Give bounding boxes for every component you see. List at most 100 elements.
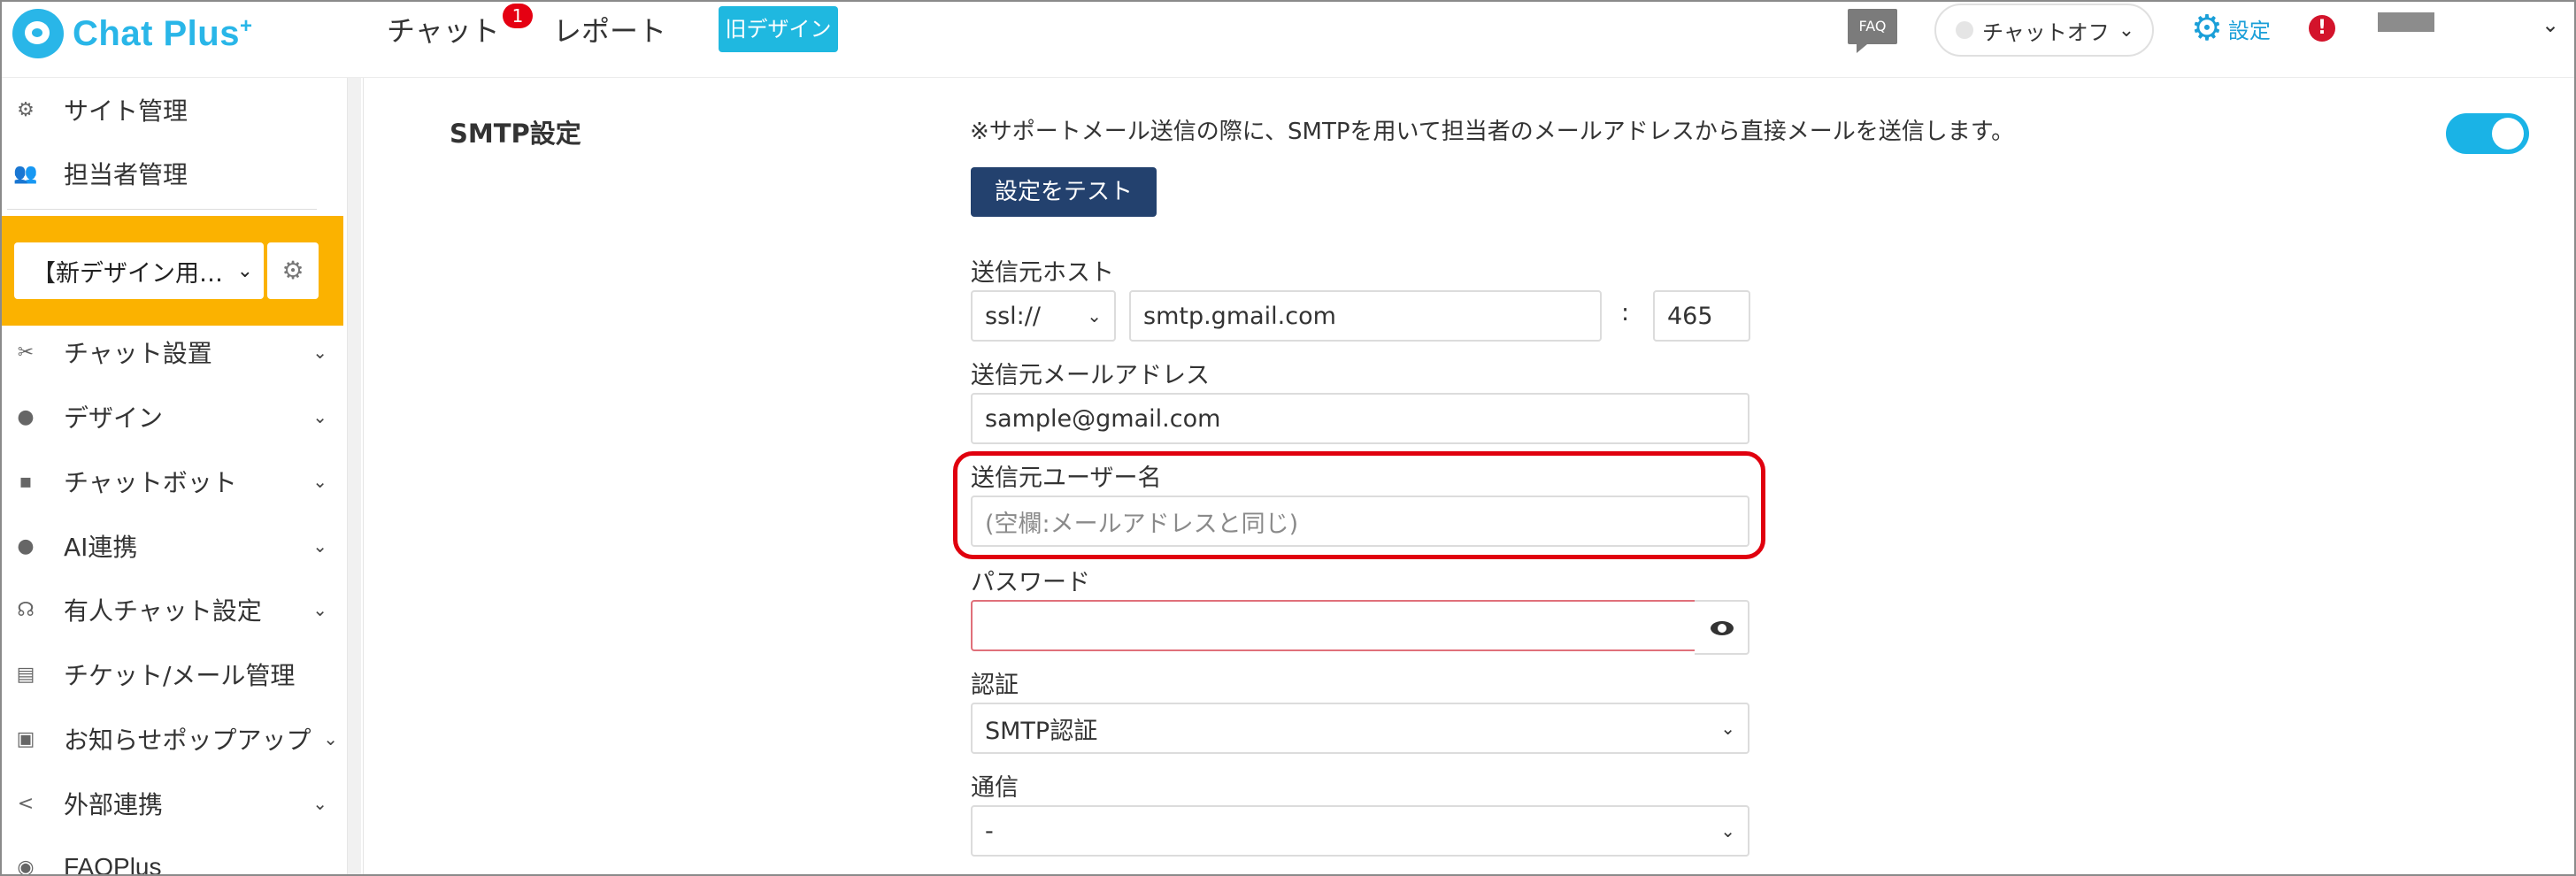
divider [363, 78, 364, 874]
chat-status-label: チャットオフ [1982, 19, 2110, 45]
port-value: 465 [1667, 302, 1713, 330]
sidebar-item-ai-integration[interactable]: ● AI連携 ⌄ [2, 519, 343, 572]
protocol-select[interactable]: ssl:// ⌄ [971, 290, 1116, 342]
chat-badge: 1 [503, 4, 533, 28]
section-title: SMTP設定 [450, 119, 581, 149]
chevron-down-icon: ⌄ [236, 259, 253, 282]
host-input[interactable]: smtp.gmail.com [1129, 290, 1602, 342]
users-icon: 👥 [13, 162, 38, 185]
chat-status-dropdown[interactable]: チャットオフ ⌄ [1934, 4, 2154, 57]
ticket-icon: ▤ [16, 663, 35, 686]
auth-label: 認証 [971, 672, 1019, 699]
sidebar-item-staff-management[interactable]: 👥 担当者管理 [2, 147, 343, 200]
username-label: 送信元ユーザー名 [971, 465, 1162, 492]
smtp-toggle[interactable] [2446, 113, 2529, 154]
sidebar-item-label: FAQPlus [64, 853, 162, 876]
port-input[interactable]: 465 [1653, 290, 1750, 342]
chevron-down-icon: ⌄ [2118, 19, 2135, 42]
sidebar-item-ticket-mail[interactable]: ▤ チケット/メール管理 [2, 648, 343, 701]
settings-link[interactable]: ⚙ 設定 [2191, 11, 2271, 46]
password-input[interactable] [971, 600, 1696, 651]
top-header: Chat Plus+ チャット 1 レポート 旧デザイン FAQ チャットオフ … [2, 2, 2574, 78]
user-menu-chevron-icon[interactable]: ⌄ [2541, 12, 2559, 37]
host-value: smtp.gmail.com [1143, 302, 1336, 330]
protocol-value: ssl:// [985, 302, 1041, 330]
ai-icon: ● [17, 534, 35, 557]
user-avatar[interactable] [2378, 12, 2434, 32]
chevron-down-icon: ⌄ [1720, 820, 1735, 841]
nav-chat[interactable]: チャット [387, 9, 500, 50]
email-label: 送信元メールアドレス [971, 362, 1210, 389]
sidebar-item-label: チャット設置 [64, 339, 212, 368]
logo[interactable]: Chat Plus+ [12, 7, 253, 60]
site-select-dropdown[interactable]: 【新デザイン用… ⌄ [14, 242, 264, 299]
site-select-area: 【新デザイン用… ⌄ ⚙ [2, 216, 343, 326]
sidebar-item-label: 担当者管理 [64, 160, 188, 189]
tools-icon: ✂ [17, 341, 35, 364]
sidebar-item-design[interactable]: ● デザイン ⌄ [2, 390, 343, 443]
chevron-down-icon: ⌄ [1720, 718, 1735, 739]
sidebar-item-chat-install[interactable]: ✂ チャット設置 ⌄ [2, 326, 343, 379]
sidebar-item-label: チケット/メール管理 [64, 661, 296, 690]
share-icon: < [17, 792, 35, 815]
test-settings-button[interactable]: 設定をテスト [971, 167, 1157, 217]
alert-icon[interactable]: ! [2309, 15, 2335, 42]
sidebar-item-label: デザイン [64, 403, 164, 433]
chat-icon: ▪ [19, 470, 33, 493]
divider [7, 209, 317, 210]
comm-select[interactable]: - ⌄ [971, 805, 1749, 857]
chevron-down-icon: ⌄ [1087, 305, 1102, 327]
eye-icon [1711, 621, 1734, 635]
faq-plus-icon: ◉ [17, 856, 35, 876]
sidebar-item-live-chat-settings[interactable]: ☊ 有人チャット設定 ⌄ [2, 583, 343, 636]
sidebar-item-label: 外部連携 [64, 790, 164, 819]
chevron-down-icon: ⌄ [312, 406, 327, 427]
chevron-down-icon: ⌄ [312, 535, 327, 557]
comm-label: 通信 [971, 774, 1019, 802]
sidebar-item-label: AI連携 [64, 533, 138, 562]
logo-text: Chat Plus+ [73, 13, 253, 53]
chevron-down-icon: ⌄ [312, 342, 327, 363]
logo-icon [12, 9, 64, 58]
chevron-down-icon: ⌄ [323, 728, 338, 749]
email-input[interactable]: sample@gmail.com [971, 393, 1749, 444]
sidebar-item-notice-popup[interactable]: ▣ お知らせポップアップ ⌄ [2, 712, 343, 765]
comm-value: - [985, 817, 994, 845]
password-label: パスワード [971, 569, 1090, 596]
popup-icon: ▣ [16, 727, 35, 750]
username-placeholder: (空欄:メールアドレスと同じ) [985, 510, 1299, 538]
settings-label: 設定 [2227, 18, 2271, 43]
nav-report[interactable]: レポート [553, 9, 666, 50]
sidebar-item-external-integration[interactable]: < 外部連携 ⌄ [2, 777, 343, 830]
smtp-note: ※サポートメール送信の際に、SMTPを用いて担当者のメールアドレスから直接メール… [970, 119, 2015, 145]
status-dot-icon [1956, 21, 1973, 39]
old-design-button[interactable]: 旧デザイン [719, 6, 838, 52]
sidebar-item-label: サイト管理 [64, 96, 188, 126]
sidebar: ⚙ サイト管理 👥 担当者管理 【新デザイン用… ⌄ ⚙ ✂ チャット設置 ⌄ … [2, 78, 343, 876]
sidebar-item-chatbot[interactable]: ▪ チャットボット ⌄ [2, 455, 343, 508]
gear-icon: ⚙ [2191, 8, 2223, 49]
sidebar-item-faqplus[interactable]: ◉ FAQPlus [2, 841, 343, 876]
sidebar-item-site-management[interactable]: ⚙ サイト管理 [2, 83, 343, 136]
site-select-value: 【新デザイン用… [32, 259, 223, 288]
host-label: 送信元ホスト [971, 259, 1114, 287]
app-frame: Chat Plus+ チャット 1 レポート 旧デザイン FAQ チャットオフ … [0, 0, 2576, 876]
toggle-knob [2492, 118, 2524, 150]
chevron-down-icon: ⌄ [312, 471, 327, 492]
sidebar-item-label: 有人チャット設定 [64, 596, 262, 626]
palette-icon: ● [17, 405, 35, 428]
host-port-separator: : [1621, 299, 1630, 327]
email-value: sample@gmail.com [985, 404, 1221, 433]
headset-icon: ☊ [17, 598, 35, 621]
site-settings-gear-icon[interactable]: ⚙ [267, 242, 319, 299]
faq-icon[interactable]: FAQ [1848, 9, 1897, 53]
username-input[interactable]: (空欄:メールアドレスと同じ) [971, 496, 1749, 547]
sidebar-item-label: お知らせポップアップ [64, 726, 311, 755]
auth-value: SMTP認証 [985, 717, 1098, 745]
sidebar-scrollbar[interactable] [347, 78, 361, 874]
chevron-down-icon: ⌄ [312, 599, 327, 620]
chevron-down-icon: ⌄ [312, 793, 327, 814]
show-password-button[interactable] [1695, 600, 1749, 655]
auth-select[interactable]: SMTP認証 ⌄ [971, 703, 1749, 754]
gear-icon: ⚙ [17, 98, 35, 121]
